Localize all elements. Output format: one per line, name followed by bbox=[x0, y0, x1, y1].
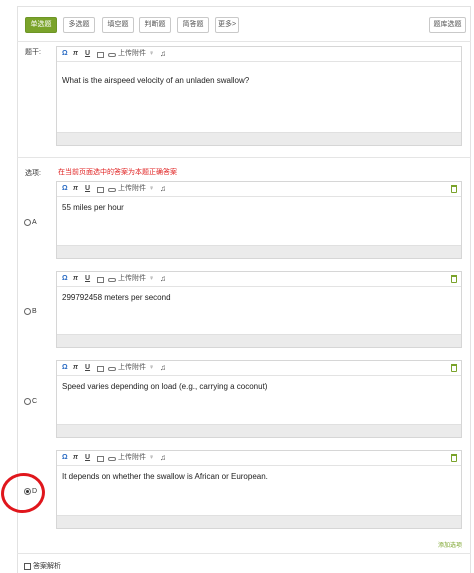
editor-statusbar bbox=[57, 334, 461, 347]
option-letter: B bbox=[32, 308, 37, 315]
true-false-button[interactable]: 判断题 bbox=[139, 17, 171, 33]
link-icon[interactable] bbox=[108, 188, 116, 192]
option-text[interactable]: It depends on whether the swallow is Afr… bbox=[57, 466, 461, 487]
delete-option-icon[interactable] bbox=[451, 364, 457, 372]
formula-icon[interactable]: π bbox=[73, 363, 78, 373]
formula-icon[interactable]: π bbox=[73, 274, 78, 284]
divider bbox=[17, 41, 471, 42]
link-icon[interactable] bbox=[108, 278, 116, 282]
option-radio-b[interactable]: B bbox=[24, 308, 37, 315]
microphone-icon[interactable]: ♀ bbox=[149, 49, 154, 59]
divider bbox=[17, 157, 471, 158]
radio-button[interactable] bbox=[24, 398, 31, 405]
omega-icon[interactable]: Ω bbox=[62, 453, 68, 463]
option-letter: A bbox=[32, 219, 37, 226]
underline-icon[interactable]: U bbox=[85, 363, 90, 373]
delete-option-icon[interactable] bbox=[451, 275, 457, 283]
short-answer-button[interactable]: 简答题 bbox=[177, 17, 209, 33]
multiple-choice-button[interactable]: 多选题 bbox=[63, 17, 95, 33]
option-editor-a[interactable]: Ω π U 上传附件 ♀ ♫ 55 miles per hour bbox=[56, 181, 462, 259]
microphone-icon[interactable]: ♀ bbox=[149, 453, 154, 463]
editor-toolbar: Ω π U 上传附件 ♀ ♫ bbox=[57, 47, 461, 62]
image-icon[interactable] bbox=[97, 52, 104, 58]
question-bank-button[interactable]: 题库选题 bbox=[429, 17, 466, 33]
delete-option-icon[interactable] bbox=[451, 185, 457, 193]
microphone-icon[interactable]: ♀ bbox=[149, 274, 154, 284]
stem-text[interactable]: What is the airspeed velocity of an unla… bbox=[57, 62, 461, 91]
link-icon[interactable] bbox=[108, 367, 116, 371]
image-icon[interactable] bbox=[97, 456, 104, 462]
image-icon[interactable] bbox=[97, 277, 104, 283]
options-label: 选项: bbox=[25, 170, 41, 177]
option-editor-d[interactable]: Ω π U 上传附件 ♀ ♫ It depends on whether the… bbox=[56, 450, 462, 529]
formula-icon[interactable]: π bbox=[73, 453, 78, 463]
editor-statusbar bbox=[57, 515, 461, 528]
editor-toolbar: Ω π U 上传附件 ♀ ♫ bbox=[57, 182, 461, 197]
upload-attachment-button[interactable]: 上传附件 bbox=[118, 274, 146, 284]
upload-attachment-button[interactable]: 上传附件 bbox=[118, 49, 146, 59]
upload-attachment-button[interactable]: 上传附件 bbox=[118, 453, 146, 463]
option-editor-b[interactable]: Ω π U 上传附件 ♀ ♫ 299792458 meters per seco… bbox=[56, 271, 462, 348]
radio-button[interactable] bbox=[24, 219, 31, 226]
music-icon[interactable]: ♫ bbox=[160, 49, 166, 59]
microphone-icon[interactable]: ♀ bbox=[149, 184, 154, 194]
answer-analysis-toggle[interactable]: 答案解析 bbox=[24, 561, 61, 571]
underline-icon[interactable]: U bbox=[85, 274, 90, 284]
upload-attachment-button[interactable]: 上传附件 bbox=[118, 363, 146, 373]
add-option-link[interactable]: 添加选项 bbox=[438, 540, 462, 549]
music-icon[interactable]: ♫ bbox=[160, 453, 166, 463]
music-icon[interactable]: ♫ bbox=[160, 363, 166, 373]
omega-icon[interactable]: Ω bbox=[62, 274, 68, 284]
option-text[interactable]: 55 miles per hour bbox=[57, 197, 461, 218]
correct-answer-hint: 在当前页面选中的答案为本题正确答案 bbox=[58, 169, 177, 176]
editor-statusbar bbox=[57, 132, 461, 145]
fill-blank-button[interactable]: 填空题 bbox=[102, 17, 134, 33]
link-icon[interactable] bbox=[108, 53, 116, 57]
editor-toolbar: Ω π U 上传附件 ♀ ♫ bbox=[57, 451, 461, 466]
editor-statusbar bbox=[57, 424, 461, 437]
link-icon[interactable] bbox=[108, 457, 116, 461]
microphone-icon[interactable]: ♀ bbox=[149, 363, 154, 373]
underline-icon[interactable]: U bbox=[85, 49, 90, 59]
music-icon[interactable]: ♫ bbox=[160, 274, 166, 284]
underline-icon[interactable]: U bbox=[85, 453, 90, 463]
editor-toolbar: Ω π U 上传附件 ♀ ♫ bbox=[57, 361, 461, 376]
upload-attachment-button[interactable]: 上传附件 bbox=[118, 184, 146, 194]
image-icon[interactable] bbox=[97, 187, 104, 193]
formula-icon[interactable]: π bbox=[73, 49, 78, 59]
option-radio-a[interactable]: A bbox=[24, 219, 37, 226]
option-text[interactable]: Speed varies depending on load (e.g., ca… bbox=[57, 376, 461, 397]
option-text[interactable]: 299792458 meters per second bbox=[57, 287, 461, 308]
image-icon[interactable] bbox=[97, 366, 104, 372]
radio-button[interactable] bbox=[24, 308, 31, 315]
divider bbox=[17, 553, 471, 554]
analysis-checkbox[interactable] bbox=[24, 562, 31, 570]
option-letter: C bbox=[32, 398, 38, 405]
more-types-button[interactable]: 更多> bbox=[215, 17, 239, 33]
option-editor-c[interactable]: Ω π U 上传附件 ♀ ♫ Speed varies depending on… bbox=[56, 360, 462, 438]
music-icon[interactable]: ♫ bbox=[160, 184, 166, 194]
stem-editor[interactable]: Ω π U 上传附件 ♀ ♫ What is the airspeed velo… bbox=[56, 46, 462, 146]
single-choice-button[interactable]: 单选题 bbox=[25, 17, 57, 33]
question-type-bar: 单选题 多选题 填空题 判断题 简答题 更多> 题库选题 bbox=[25, 17, 466, 34]
underline-icon[interactable]: U bbox=[85, 184, 90, 194]
analysis-label: 答案解析 bbox=[33, 563, 61, 570]
omega-icon[interactable]: Ω bbox=[62, 363, 68, 373]
omega-icon[interactable]: Ω bbox=[62, 49, 68, 59]
editor-toolbar: Ω π U 上传附件 ♀ ♫ bbox=[57, 272, 461, 287]
omega-icon[interactable]: Ω bbox=[62, 184, 68, 194]
delete-option-icon[interactable] bbox=[451, 454, 457, 462]
formula-icon[interactable]: π bbox=[73, 184, 78, 194]
stem-label: 题干: bbox=[25, 49, 41, 56]
option-radio-c[interactable]: C bbox=[24, 398, 37, 405]
editor-statusbar bbox=[57, 245, 461, 258]
